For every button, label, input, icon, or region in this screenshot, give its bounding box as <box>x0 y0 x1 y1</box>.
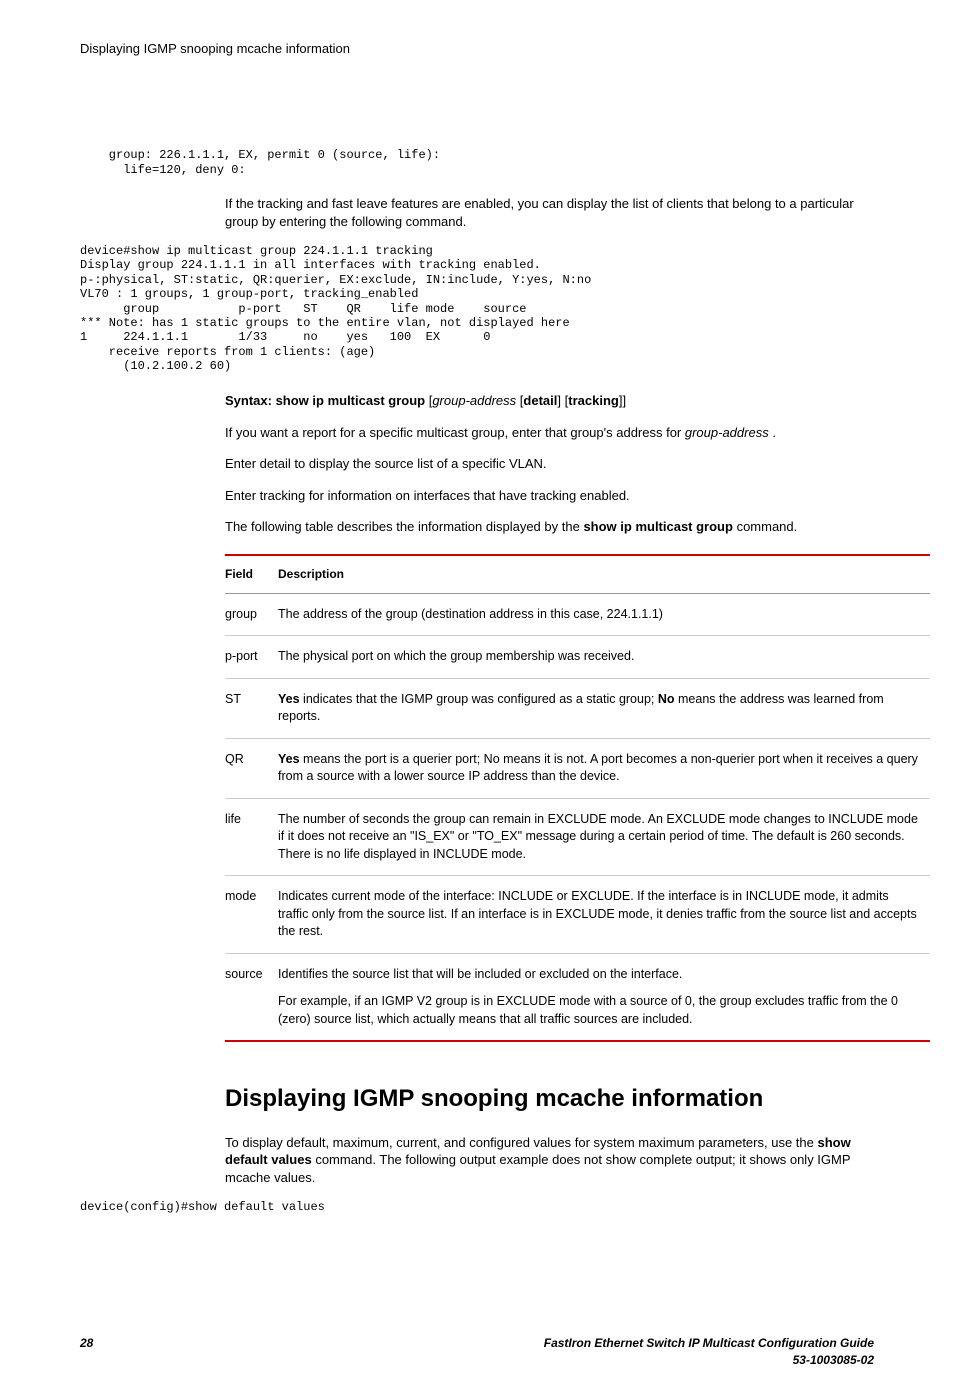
page-number: 28 <box>80 1335 93 1369</box>
table-row: mode Indicates current mode of the inter… <box>225 876 930 954</box>
field-description-table: Field Description group The address of t… <box>225 554 930 1042</box>
cell-desc: The physical port on which the group mem… <box>278 636 930 679</box>
syntax-line: Syntax: show ip multicast group [group-a… <box>225 392 874 410</box>
th-description: Description <box>278 555 930 593</box>
code-block-3: device(config)#show default values <box>80 1200 874 1214</box>
paragraph: Enter detail to display the source list … <box>225 455 874 473</box>
code-block-1: group: 226.1.1.1, EX, permit 0 (source, … <box>80 148 874 177</box>
syntax-detail: detail <box>523 393 557 408</box>
bracket: ] <box>557 393 561 408</box>
th-field: Field <box>225 555 278 593</box>
syntax-arg: group-address <box>432 393 516 408</box>
cell-field: mode <box>225 876 278 954</box>
paragraph: The following table describes the inform… <box>225 518 874 536</box>
syntax-prefix: Syntax: show ip multicast group <box>225 393 425 408</box>
table-row: group The address of the group (destinat… <box>225 593 930 636</box>
paragraph: To display default, maximum, current, an… <box>225 1134 874 1187</box>
cell-desc: Yes means the port is a querier port; No… <box>278 738 930 798</box>
syntax-tracking: tracking <box>568 393 619 408</box>
table-row: p-port The physical port on which the gr… <box>225 636 930 679</box>
section-heading: Displaying IGMP snooping mcache informat… <box>225 1082 874 1116</box>
cell-field: ST <box>225 678 278 738</box>
paragraph: If the tracking and fast leave features … <box>225 195 874 230</box>
paragraph: If you want a report for a specific mult… <box>225 424 874 442</box>
header-title: Displaying IGMP snooping mcache informat… <box>80 41 350 56</box>
cell-field: p-port <box>225 636 278 679</box>
cell-desc: Yes indicates that the IGMP group was co… <box>278 678 930 738</box>
page-header: Displaying IGMP snooping mcache informat… <box>80 40 874 58</box>
code-block-2: device#show ip multicast group 224.1.1.1… <box>80 244 874 374</box>
cell-field: group <box>225 593 278 636</box>
bracket: ]] <box>619 393 626 408</box>
cell-field: life <box>225 798 278 876</box>
table-row: QR Yes means the port is a querier port;… <box>225 738 930 798</box>
footer-guide: FastIron Ethernet Switch IP Multicast Co… <box>544 1335 874 1369</box>
cell-field: QR <box>225 738 278 798</box>
table-header-row: Field Description <box>225 555 930 593</box>
cell-desc: The address of the group (destination ad… <box>278 593 930 636</box>
cell-desc: The number of seconds the group can rema… <box>278 798 930 876</box>
table-row: life The number of seconds the group can… <box>225 798 930 876</box>
table-row: ST Yes indicates that the IGMP group was… <box>225 678 930 738</box>
cell-field: source <box>225 953 278 1041</box>
table-row: source Identifies the source list that w… <box>225 953 930 1041</box>
cell-desc: Identifies the source list that will be … <box>278 953 930 1041</box>
cell-desc: Indicates current mode of the interface:… <box>278 876 930 954</box>
paragraph: Enter tracking for information on interf… <box>225 487 874 505</box>
page-footer: 28 FastIron Ethernet Switch IP Multicast… <box>80 1335 874 1369</box>
